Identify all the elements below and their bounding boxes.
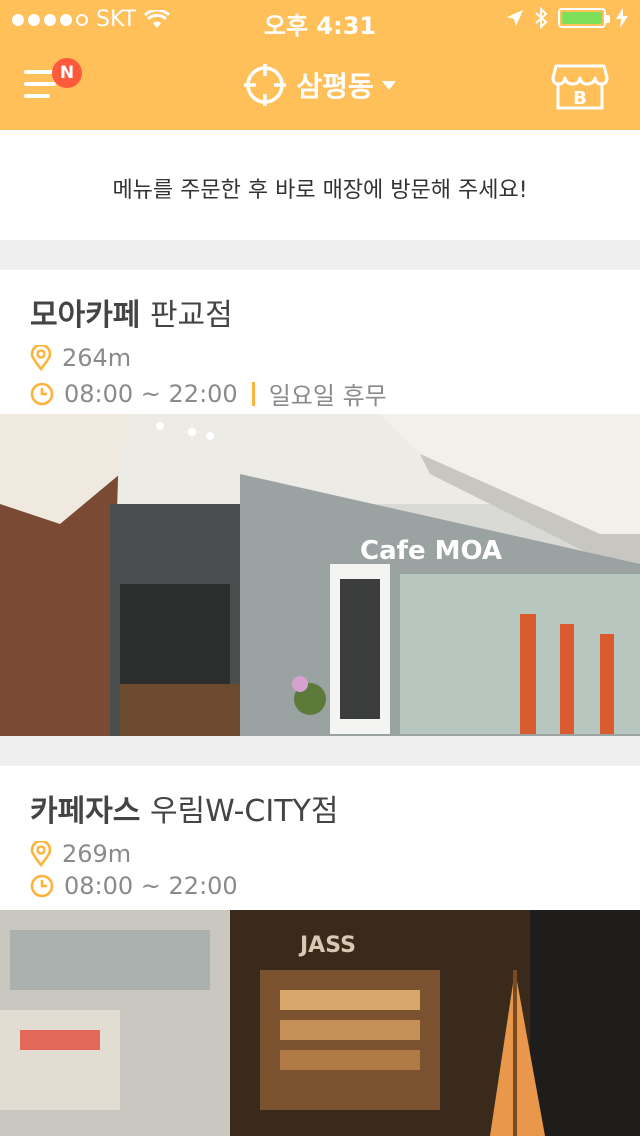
store-photo: Cafe MOA — [0, 414, 640, 736]
store-brand: 모아카페 — [30, 298, 141, 333]
store-hours: 08:00 ~ 22:00 — [64, 872, 238, 900]
store-hours-row: 08:00 ~ 22:00 — [30, 872, 610, 900]
location-label: 삼평동 — [296, 70, 374, 103]
store-photo-sign: JASS — [298, 933, 356, 958]
divider — [251, 381, 255, 406]
store-distance-row: 264m — [30, 344, 610, 372]
battery-icon — [558, 8, 610, 28]
store-branch: 판교점 — [149, 298, 233, 333]
crosshair-location-icon — [244, 64, 287, 106]
store-hours-row: 08:00 ~ 22:00 일요일 휴무 — [30, 376, 610, 411]
map-pin-icon — [30, 841, 52, 867]
store-closed-day: 일요일 휴무 — [268, 382, 387, 410]
store-distance-row: 269m — [30, 840, 610, 868]
map-pin-icon — [30, 345, 52, 371]
charging-icon — [616, 8, 628, 28]
store-distance: 264m — [62, 344, 132, 372]
location-arrow-icon — [507, 10, 523, 26]
store-button[interactable]: B — [550, 62, 610, 112]
clock-icon — [30, 382, 54, 405]
zigzag-divider — [0, 224, 640, 236]
notice-text: 메뉴를 주문한 후 바로 매장에 방문해 주세요! — [112, 178, 528, 203]
store-info: 카페자스 우림W-CITY점 269m 08:00 ~ 22:00 — [0, 766, 640, 910]
nav-bar: N 삼평동 B — [0, 40, 640, 130]
store-photo: JASS — [0, 910, 640, 1136]
store-photo-sign: Cafe MOA — [360, 536, 502, 566]
app-root: SKT 오후 4:31 N 삼평동 B 메뉴를 주문한 후 바로 매장에 방문해… — [0, 0, 640, 1136]
header: SKT 오후 4:31 N 삼평동 B — [0, 0, 640, 130]
store-info: 모아카페 판교점 264m 08:00 ~ 22:00 일요일 휴무 — [0, 270, 640, 414]
status-bar: SKT 오후 4:31 — [0, 0, 640, 40]
store-icon-letter: B — [573, 88, 587, 109]
store-distance: 269m — [62, 840, 132, 868]
store-brand: 카페자스 — [30, 794, 141, 829]
store-card[interactable]: 카페자스 우림W-CITY점 269m 08:00 ~ 22:00 JASS — [0, 766, 640, 1136]
store-title: 카페자스 우림W-CITY점 — [30, 786, 610, 830]
location-selector[interactable]: 삼평동 — [0, 64, 640, 106]
store-card[interactable]: 모아카페 판교점 264m 08:00 ~ 22:00 일요일 휴무 Cafe … — [0, 270, 640, 736]
clock-icon — [30, 874, 54, 898]
store-photo-image: Cafe MOA — [0, 414, 640, 736]
chevron-down-icon — [381, 80, 396, 90]
storefront-icon: B — [551, 64, 609, 110]
store-photo-image: JASS — [0, 910, 640, 1136]
bluetooth-icon — [535, 7, 548, 29]
store-branch: 우림W-CITY점 — [149, 794, 339, 829]
status-right — [506, 7, 628, 29]
store-title: 모아카페 판교점 — [30, 290, 610, 334]
store-hours: 08:00 ~ 22:00 — [64, 379, 238, 408]
